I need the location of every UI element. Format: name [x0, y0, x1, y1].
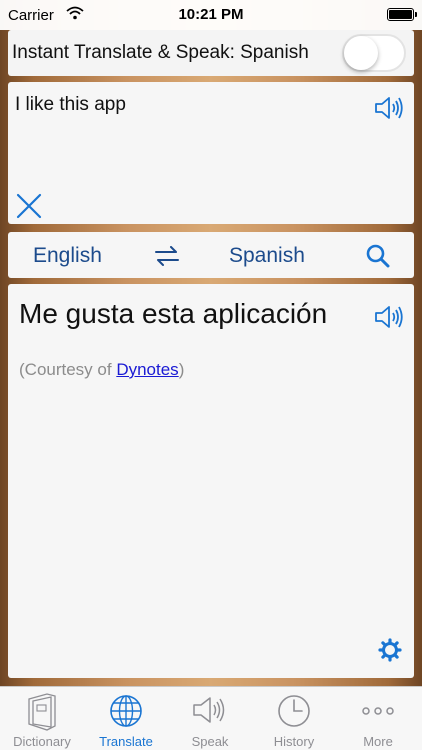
toggle-knob	[344, 36, 378, 70]
instant-translate-label: Instant Translate & Speak: Spanish	[12, 42, 309, 63]
tab-label: History	[273, 734, 315, 749]
swap-languages-icon[interactable]	[154, 246, 180, 266]
dynotes-link[interactable]: Dynotes	[116, 360, 178, 379]
status-time: 10:21 PM	[178, 6, 244, 23]
input-text[interactable]: I like this app	[15, 94, 126, 116]
source-language-button[interactable]: English	[33, 244, 102, 268]
result-panel: Me gusta esta aplicación (Courtesy of Dy…	[8, 284, 414, 678]
battery-icon	[387, 8, 417, 21]
globe-icon	[110, 695, 142, 727]
target-language-button[interactable]: Spanish	[229, 244, 305, 268]
tab-speak[interactable]: Speak	[168, 687, 252, 750]
tab-label: More	[363, 734, 393, 749]
language-bar: English Spanish	[8, 232, 414, 278]
tab-history[interactable]: History	[252, 687, 336, 750]
input-panel[interactable]: I like this app	[8, 82, 414, 224]
speaker-icon	[193, 697, 225, 723]
translation-text: Me gusta esta aplicación	[19, 298, 328, 329]
tab-translate[interactable]: Translate	[84, 687, 168, 750]
speaker-icon[interactable]	[374, 95, 404, 121]
tab-dictionary[interactable]: Dictionary	[0, 687, 84, 750]
status-bar: Carrier 10:21 PM	[0, 0, 422, 30]
tab-more[interactable]: More	[336, 687, 420, 750]
tab-label: Translate	[99, 734, 153, 749]
instant-translate-row: Instant Translate & Speak: Spanish	[8, 30, 414, 76]
instant-translate-toggle[interactable]	[342, 34, 406, 72]
search-icon[interactable]	[365, 243, 391, 269]
gear-icon[interactable]	[378, 638, 402, 662]
clock-icon	[278, 695, 310, 727]
tab-label: Dictionary	[13, 734, 71, 749]
tab-label: Speak	[191, 734, 229, 749]
more-icon	[362, 707, 394, 715]
tab-bar: Dictionary Translate Speak History More	[0, 686, 422, 750]
speaker-icon[interactable]	[374, 304, 404, 330]
courtesy-suffix: )	[178, 360, 185, 379]
courtesy-note: (Courtesy of Dynotes)	[19, 360, 184, 380]
dictionary-icon	[28, 693, 56, 731]
courtesy-prefix: (Courtesy of	[19, 360, 117, 379]
clear-icon[interactable]	[15, 192, 43, 220]
